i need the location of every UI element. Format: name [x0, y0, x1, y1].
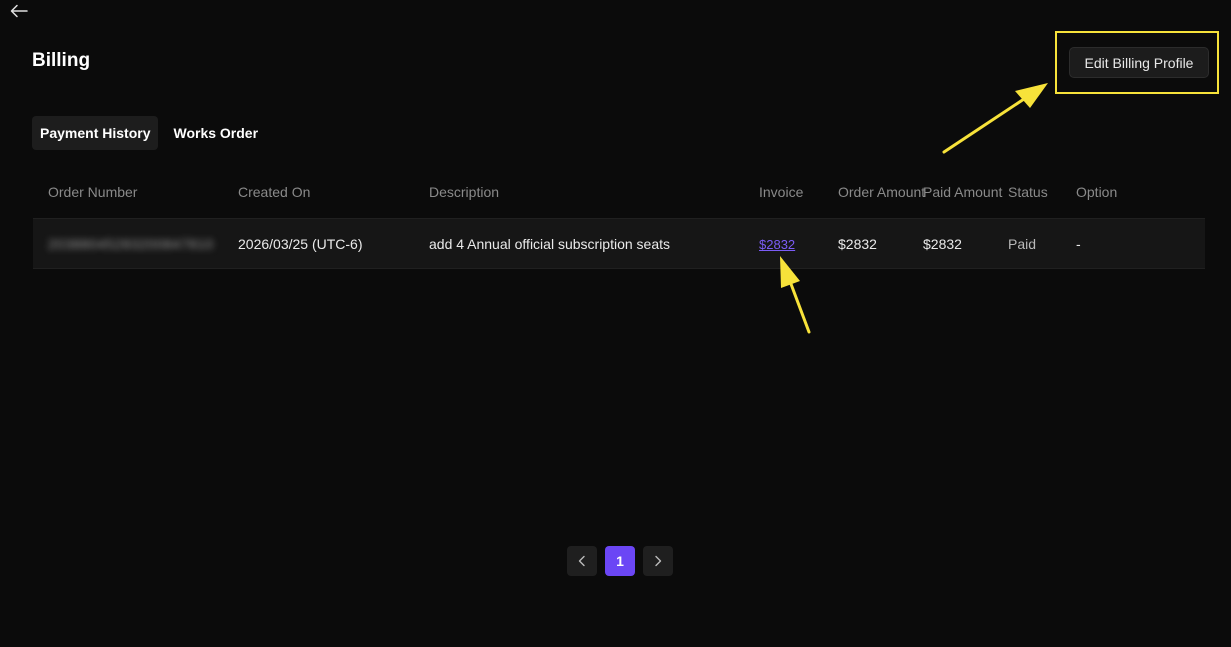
order-amount-cell: $2832 [838, 236, 877, 252]
table-header: Order Number Created On Description Invo… [33, 170, 1205, 214]
billing-page: Billing Edit Billing Profile Payment His… [0, 0, 1231, 647]
chevron-right-icon [655, 555, 662, 567]
pagination: 1 [567, 546, 673, 576]
prev-page-button[interactable] [567, 546, 597, 576]
tab-bar: Payment History Works Order [32, 116, 266, 150]
description-cell: add 4 Annual official subscription seats [429, 236, 671, 252]
tab-payment-history[interactable]: Payment History [32, 116, 159, 150]
page-button-current[interactable]: 1 [605, 546, 635, 576]
annotation-arrow-edit-profile [942, 83, 1048, 154]
invoice-link[interactable]: $2832 [759, 237, 795, 252]
status-cell: Paid [1008, 236, 1037, 252]
back-button[interactable] [8, 2, 30, 20]
column-header-invoice: Invoice [759, 184, 804, 200]
column-header-order-amount: Order Amount [838, 184, 926, 200]
edit-billing-profile-button[interactable]: Edit Billing Profile [1069, 47, 1209, 78]
page-title: Billing [32, 50, 91, 71]
column-header-description: Description [429, 184, 500, 200]
arrow-left-icon [10, 4, 28, 18]
column-header-paid-amount: Paid Amount [923, 184, 1003, 200]
created-on-cell: 2026/03/25 (UTC-6) [238, 236, 363, 252]
next-page-button[interactable] [643, 546, 673, 576]
column-header-created-on: Created On [238, 184, 311, 200]
column-header-order-number: Order Number [48, 184, 138, 200]
chevron-left-icon [578, 555, 585, 567]
table-row: 20388045283200847810 2026/03/25 (UTC-6) … [33, 218, 1205, 269]
order-number-cell: 20388045283200847810 [48, 236, 214, 252]
option-cell: - [1076, 236, 1081, 252]
column-header-status: Status [1008, 184, 1048, 200]
tab-works-order[interactable]: Works Order [165, 116, 266, 150]
paid-amount-cell: $2832 [923, 236, 962, 252]
column-header-option: Option [1076, 184, 1118, 200]
